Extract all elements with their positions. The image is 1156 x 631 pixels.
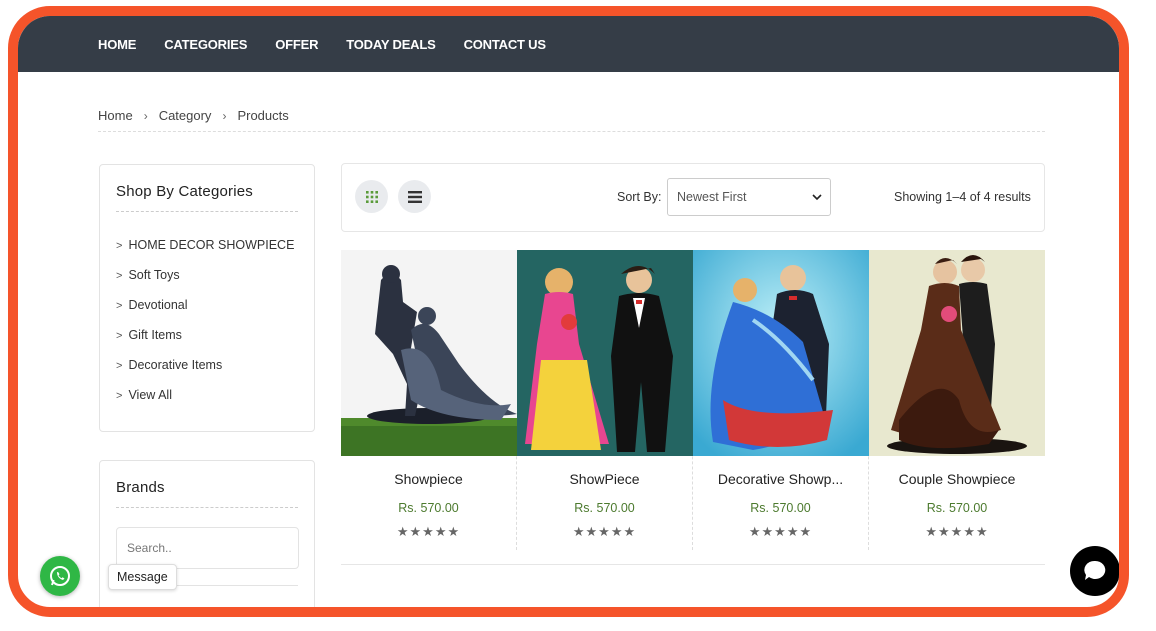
product-name[interactable]: ShowPiece — [517, 471, 692, 487]
products-toolbar: Sort By: Newest First Showing 1–4 of 4 r… — [341, 163, 1045, 232]
chat-bubble-icon — [1084, 560, 1106, 580]
product-card[interactable]: ShowPiece Rs. 570.00 ★★★★★ — [517, 250, 693, 550]
sort-selected-value: Newest First — [677, 190, 747, 204]
category-label: Soft Toys — [128, 268, 180, 282]
category-item-gift-items[interactable]: > Gift Items — [116, 327, 294, 357]
product-card[interactable]: Decorative Showp... Rs. 570.00 ★★★★★ — [693, 250, 869, 550]
whatsapp-button[interactable] — [40, 556, 80, 596]
product-price: Rs. 570.00 — [574, 501, 635, 515]
chevron-right-icon: > — [116, 270, 123, 282]
chat-button[interactable] — [1070, 546, 1119, 596]
categories-panel: Shop By Categories > HOME DECOR SHOWPIECE… — [99, 164, 315, 432]
product-name[interactable]: Couple Showpiece — [869, 471, 1045, 487]
brands-divider — [116, 507, 298, 508]
chevron-right-icon: > — [116, 360, 123, 372]
category-label: Decorative Items — [128, 358, 223, 372]
product-image-bride-groom-figurine[interactable] — [517, 250, 693, 456]
product-price: Rs. 570.00 — [398, 501, 459, 515]
list-icon — [407, 190, 422, 203]
category-label: Devotional — [128, 298, 188, 312]
product-card[interactable]: Couple Showpiece Rs. 570.00 ★★★★★ — [869, 250, 1045, 550]
product-image-dark-couple-figurine[interactable] — [341, 250, 517, 456]
sort-select[interactable]: Newest First — [667, 178, 831, 216]
brands-title: Brands — [116, 479, 165, 496]
breadcrumb: Home › Category › Products — [98, 108, 289, 123]
rating-stars-icon: ★★★★★ — [572, 524, 637, 539]
category-item-decorative-items[interactable]: > Decorative Items — [116, 357, 294, 387]
chevron-right-icon: > — [116, 330, 123, 342]
chevron-right-icon: > — [116, 300, 123, 312]
whatsapp-tooltip[interactable]: Message — [108, 564, 177, 590]
whatsapp-icon — [50, 566, 70, 586]
sort-label: Sort By: — [617, 190, 662, 204]
brands-panel: Brands — [99, 460, 315, 607]
product-name[interactable]: Showpiece — [341, 471, 516, 487]
nav-categories[interactable]: CATEGORIES — [164, 37, 247, 52]
breadcrumb-products: Products — [237, 108, 289, 123]
screenshot-frame: HOME CATEGORIES OFFER TODAY DEALS CONTAC… — [8, 6, 1129, 617]
breadcrumb-divider — [98, 131, 1045, 132]
chevron-right-icon: > — [116, 390, 123, 402]
grid-icon — [365, 190, 378, 203]
products-bottom-divider — [341, 564, 1045, 565]
top-navigation: HOME CATEGORIES OFFER TODAY DEALS CONTAC… — [18, 16, 1119, 72]
breadcrumb-separator-icon: › — [222, 108, 227, 123]
breadcrumb-home[interactable]: Home — [98, 108, 133, 123]
rating-stars-icon: ★★★★★ — [748, 524, 813, 539]
rating-stars-icon: ★★★★★ — [925, 524, 989, 539]
categories-divider — [116, 211, 298, 212]
breadcrumb-category[interactable]: Category — [159, 108, 212, 123]
category-label: HOME DECOR SHOWPIECE — [128, 238, 295, 252]
nav-home[interactable]: HOME — [98, 37, 136, 52]
grid-view-button[interactable] — [355, 180, 388, 213]
product-grid: Showpiece Rs. 570.00 ★★★★★ ShowPiece Rs.… — [341, 250, 1045, 550]
category-item-view-all[interactable]: > View All — [116, 387, 294, 417]
result-count: Showing 1–4 of 4 results — [894, 190, 1031, 204]
rating-stars-icon: ★★★★★ — [396, 524, 461, 539]
category-list: > HOME DECOR SHOWPIECE > Soft Toys > Devoti… — [116, 237, 294, 417]
categories-title: Shop By Categories — [116, 183, 254, 200]
category-label: Gift Items — [128, 328, 182, 342]
product-card[interactable]: Showpiece Rs. 570.00 ★★★★★ — [341, 250, 517, 550]
nav-today-deals[interactable]: TODAY DEALS — [346, 37, 436, 52]
list-view-button[interactable] — [398, 180, 431, 213]
category-item-soft-toys[interactable]: > Soft Toys — [116, 267, 294, 297]
breadcrumb-separator-icon: › — [143, 108, 148, 123]
product-image-carry-couple-figurine[interactable] — [693, 250, 869, 456]
product-name[interactable]: Decorative Showp... — [693, 471, 868, 487]
nav-offer[interactable]: OFFER — [275, 37, 318, 52]
product-image-couple-brown-gown-figurine[interactable] — [869, 250, 1045, 456]
nav-contact-us[interactable]: CONTACT US — [464, 37, 546, 52]
category-item-home-decor-showpiece[interactable]: > HOME DECOR SHOWPIECE — [116, 237, 294, 267]
category-label: View All — [128, 388, 172, 402]
brand-search-input[interactable] — [116, 527, 299, 569]
chevron-down-icon — [812, 194, 822, 201]
category-item-devotional[interactable]: > Devotional — [116, 297, 294, 327]
product-price: Rs. 570.00 — [926, 501, 988, 515]
product-price: Rs. 570.00 — [750, 501, 811, 515]
chevron-right-icon: > — [116, 240, 123, 252]
